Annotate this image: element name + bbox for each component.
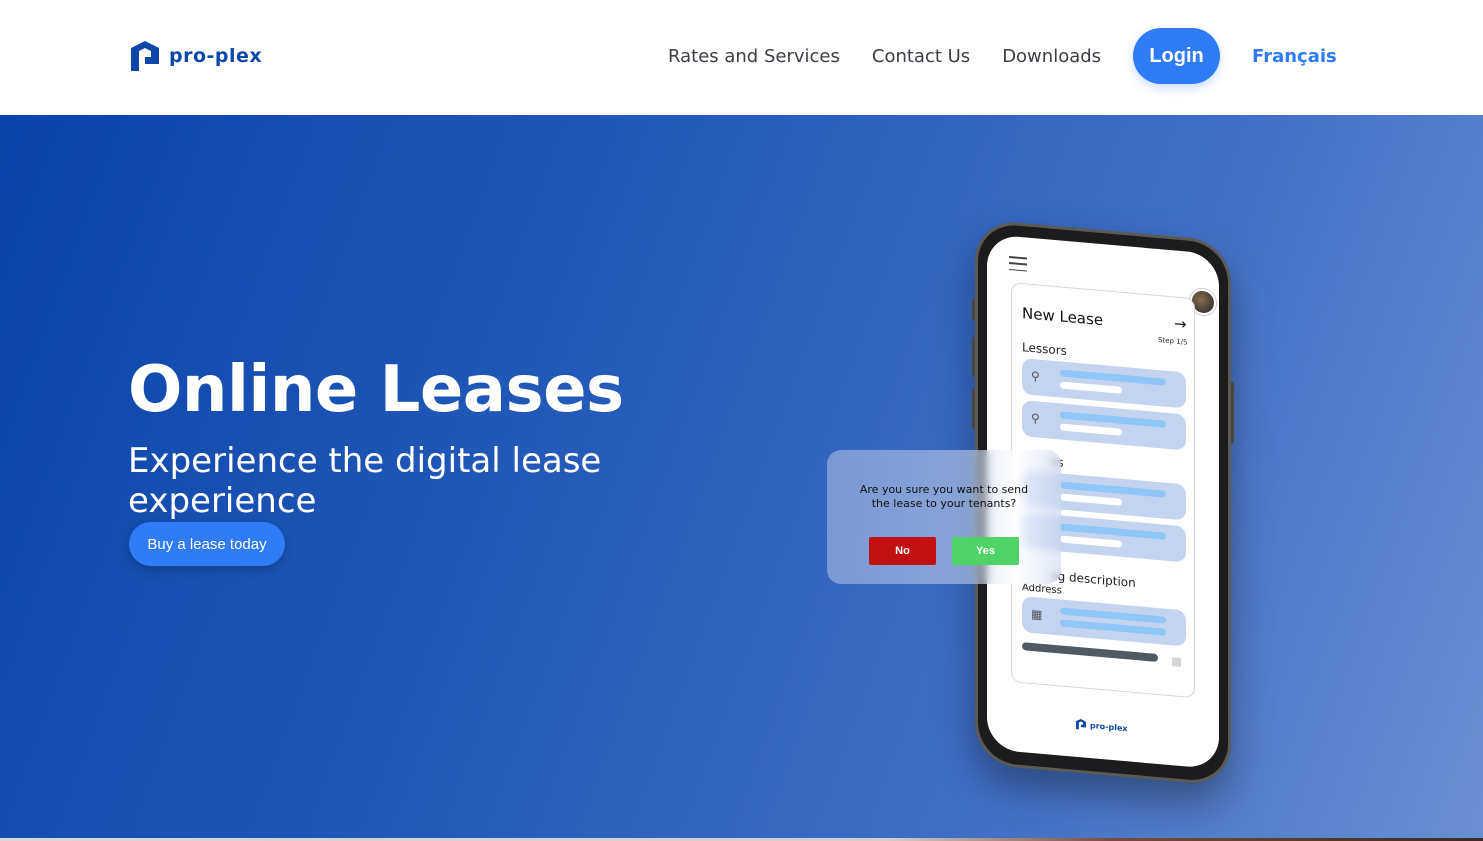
nav-downloads[interactable]: Downloads bbox=[1002, 46, 1101, 67]
field-bar bbox=[1060, 493, 1122, 506]
language-toggle[interactable]: Français bbox=[1252, 46, 1337, 67]
dialog-no-button[interactable]: No bbox=[869, 537, 936, 565]
arrow-right-icon: → bbox=[1174, 314, 1187, 334]
main-nav: Rates and Services Contact Us Downloads … bbox=[668, 28, 1337, 84]
checkbox bbox=[1172, 657, 1181, 668]
field-bar bbox=[1060, 381, 1122, 394]
section-lessors: Lessors bbox=[1022, 340, 1067, 359]
logo-mark-icon bbox=[1076, 718, 1086, 730]
progress-bar bbox=[1022, 642, 1158, 663]
field-bar bbox=[1060, 423, 1122, 436]
logo[interactable]: pro-plex bbox=[128, 39, 262, 73]
confirm-dialog: Are you sure you want to send the lease … bbox=[827, 450, 1061, 584]
dialog-message: Are you sure you want to send the lease … bbox=[859, 483, 1029, 510]
menu-icon bbox=[1009, 255, 1027, 272]
phone-side-button bbox=[972, 388, 975, 429]
user-icon: ⚲ bbox=[1031, 368, 1040, 384]
phone-logo: pro-plex bbox=[1075, 718, 1128, 735]
lessor-field: ⚲ bbox=[1022, 358, 1186, 409]
lessor-field: ⚲ bbox=[1022, 400, 1186, 451]
building-icon: ▦ bbox=[1031, 606, 1043, 622]
login-button[interactable]: Login bbox=[1133, 28, 1221, 84]
phone-power-button bbox=[1231, 381, 1234, 444]
site-header: pro-plex Rates and Services Contact Us D… bbox=[0, 0, 1483, 115]
logo-text: pro-plex bbox=[169, 45, 263, 67]
address-field: ▦ bbox=[1022, 596, 1186, 647]
hero-title: Online Leases bbox=[128, 353, 624, 427]
hero-subtitle: Experience the digital lease experience bbox=[128, 441, 602, 521]
card-title: New Lease bbox=[1022, 304, 1104, 330]
phone-side-button bbox=[972, 298, 975, 321]
phone-logo-text: pro-plex bbox=[1090, 720, 1128, 733]
nav-rates-and-services[interactable]: Rates and Services bbox=[668, 46, 840, 67]
nav-contact-us[interactable]: Contact Us bbox=[872, 46, 970, 67]
field-bar bbox=[1060, 535, 1122, 548]
address-label: Address bbox=[1022, 582, 1062, 597]
buy-lease-button[interactable]: Buy a lease today bbox=[129, 522, 285, 566]
user-icon: ⚲ bbox=[1031, 410, 1040, 426]
section-building-description: ng description bbox=[1050, 568, 1136, 591]
dialog-yes-button[interactable]: Yes bbox=[952, 537, 1019, 565]
step-indicator: Step 1/5 bbox=[1158, 336, 1188, 347]
hero-section: Online Leases Experience the digital lea… bbox=[0, 115, 1483, 838]
logo-mark-icon bbox=[131, 41, 159, 71]
phone-side-button bbox=[972, 336, 975, 377]
